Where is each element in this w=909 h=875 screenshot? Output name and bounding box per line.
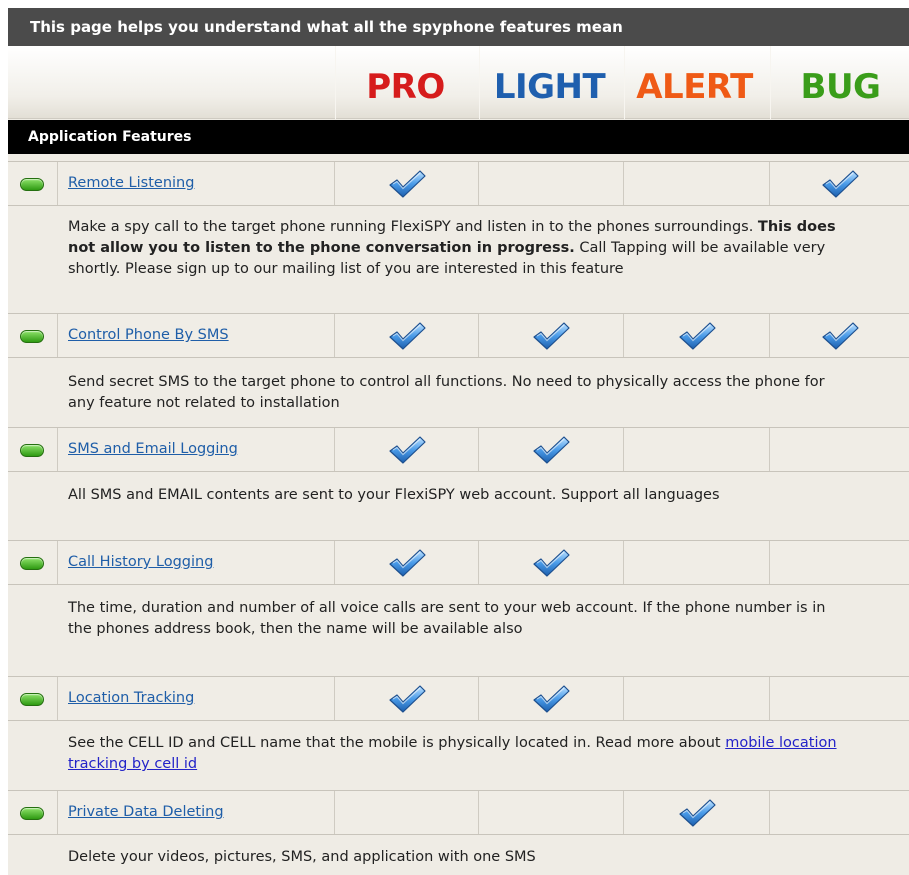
alert-check-cell [624, 314, 770, 357]
pro-check-cell [335, 162, 479, 205]
plan-pro-heading: PRO [335, 46, 475, 119]
green-pill-icon [20, 557, 44, 570]
plan-bug-heading: BUG [770, 46, 909, 119]
light-check-cell [479, 791, 624, 834]
feature-row-private-data-deleting: Private Data Deleting [8, 790, 909, 835]
green-pill-icon [20, 444, 44, 457]
blue-checkmark-icon [821, 321, 859, 350]
feature-row-location-tracking: Location Tracking [8, 676, 909, 721]
section-title: Application Features [8, 120, 909, 154]
feature-row-control-phone-by-sms: Control Phone By SMS [8, 313, 909, 358]
blue-checkmark-icon [678, 321, 716, 350]
alert-check-cell [624, 428, 770, 471]
plan-alert-heading: ALERT [624, 46, 764, 119]
alert-check-cell [624, 541, 770, 584]
pro-check-cell [335, 791, 479, 834]
green-pill-icon [20, 807, 44, 820]
green-pill-icon [20, 178, 44, 191]
blue-checkmark-icon [533, 684, 570, 713]
pro-check-cell [335, 541, 479, 584]
plan-header-row: PRO LIGHT ALERT BUG [8, 46, 909, 119]
blue-checkmark-icon [821, 169, 859, 198]
light-check-cell [479, 428, 624, 471]
feature-description-control-phone-by-sms: Send secret SMS to the target phone to c… [68, 374, 825, 411]
blue-checkmark-icon [678, 798, 716, 827]
pro-check-cell [335, 314, 479, 357]
blue-checkmark-icon [533, 548, 570, 577]
feature-description-location-tracking: See the CELL ID and CELL name that the m… [68, 735, 837, 772]
alert-check-cell [624, 162, 770, 205]
pro-check-cell [335, 428, 479, 471]
light-check-cell [479, 541, 624, 584]
bug-check-cell [770, 314, 909, 357]
feature-link-location-tracking[interactable]: Location Tracking [68, 690, 194, 706]
alert-check-cell [624, 791, 770, 834]
feature-comparison-table: This page helps you understand what all … [8, 8, 909, 875]
blue-checkmark-icon [388, 435, 426, 464]
light-check-cell [479, 677, 624, 720]
plan-light-heading: LIGHT [479, 46, 619, 119]
feature-row-call-history-logging: Call History Logging [8, 540, 909, 585]
bug-check-cell [770, 541, 909, 584]
green-pill-icon [20, 693, 44, 706]
blue-checkmark-icon [533, 435, 570, 464]
blue-checkmark-icon [388, 169, 426, 198]
feature-link-sms-and-email-logging[interactable]: SMS and Email Logging [68, 441, 238, 457]
feature-description-sms-and-email-logging: All SMS and EMAIL contents are sent to y… [68, 487, 720, 503]
pro-check-cell [335, 677, 479, 720]
feature-link-remote-listening[interactable]: Remote Listening [68, 175, 194, 191]
feature-link-control-phone-by-sms[interactable]: Control Phone By SMS [68, 327, 229, 343]
feature-link-private-data-deleting[interactable]: Private Data Deleting [68, 804, 224, 820]
feature-row-remote-listening: Remote Listening [8, 161, 909, 206]
light-check-cell [479, 314, 624, 357]
bug-check-cell [770, 677, 909, 720]
light-check-cell [479, 162, 624, 205]
feature-description-private-data-deleting: Delete your videos, pictures, SMS, and a… [68, 849, 536, 865]
feature-description-call-history-logging: The time, duration and number of all voi… [68, 600, 826, 637]
page-banner: This page helps you understand what all … [8, 8, 909, 46]
blue-checkmark-icon [388, 684, 426, 713]
feature-description-remote-listening: Make a spy call to the target phone runn… [68, 219, 836, 277]
blue-checkmark-icon [388, 321, 426, 350]
blue-checkmark-icon [388, 548, 426, 577]
blue-checkmark-icon [533, 321, 570, 350]
feature-link-call-history-logging[interactable]: Call History Logging [68, 554, 213, 570]
green-pill-icon [20, 330, 44, 343]
bug-check-cell [770, 162, 909, 205]
bug-check-cell [770, 428, 909, 471]
bug-check-cell [770, 791, 909, 834]
feature-row-sms-and-email-logging: SMS and Email Logging [8, 427, 909, 472]
alert-check-cell [624, 677, 770, 720]
